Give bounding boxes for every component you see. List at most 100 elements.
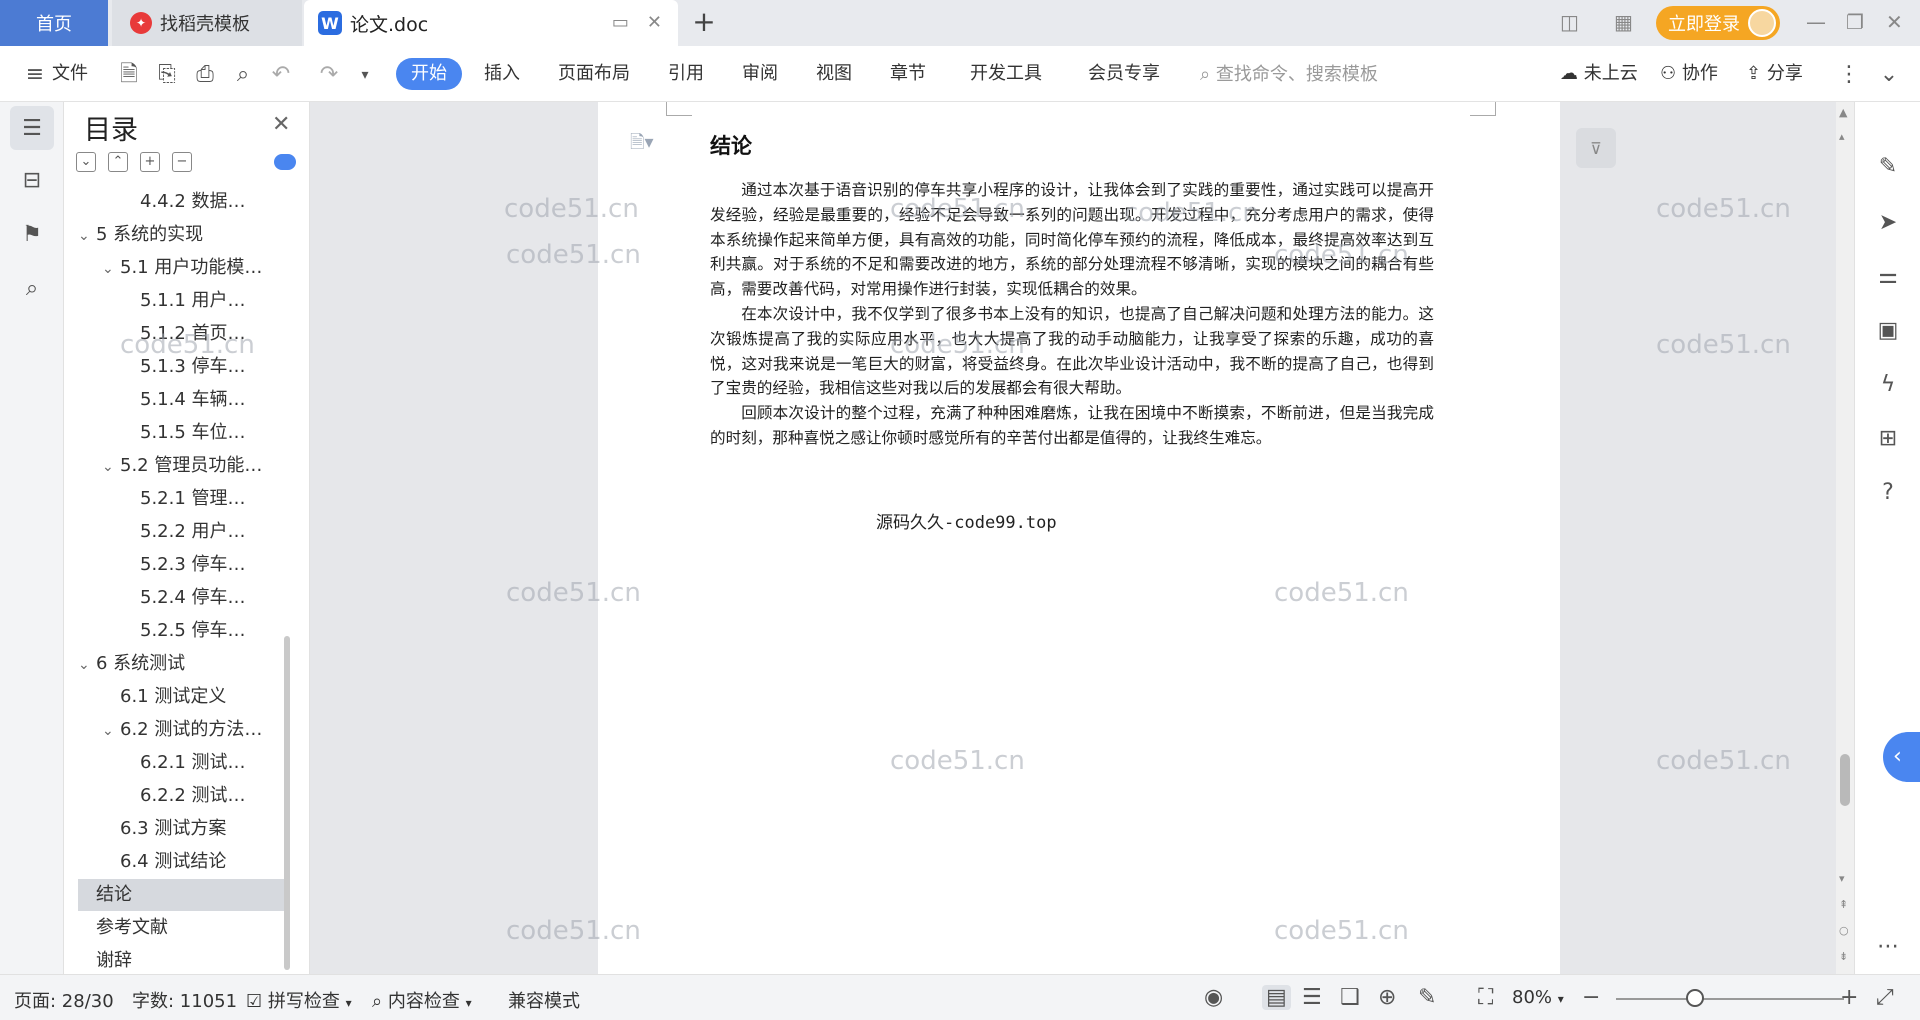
- toc-panel-icon[interactable]: ☰: [10, 106, 54, 150]
- zoom-slider-track[interactable]: [1616, 998, 1844, 1000]
- tab-insert[interactable]: 插入: [484, 60, 520, 88]
- toc-item[interactable]: 6.1 测试定义: [78, 681, 288, 713]
- fullscreen-icon[interactable]: ⤢: [1876, 985, 1894, 1010]
- toc-item[interactable]: 参考文献: [78, 912, 288, 944]
- redo-icon[interactable]: ↷: [316, 62, 342, 88]
- reading-view-icon[interactable]: ❑: [1340, 985, 1360, 1010]
- filter-icon[interactable]: ⊽: [1576, 128, 1616, 168]
- pen-edit-icon[interactable]: ✎: [1873, 152, 1903, 182]
- undo-icon[interactable]: ↶: [268, 62, 294, 88]
- zoom-out-icon[interactable]: −: [1582, 985, 1600, 1010]
- book-search-icon[interactable]: ⊞: [1873, 424, 1903, 454]
- toc-item[interactable]: 5.2.4 停车…: [78, 582, 288, 614]
- cloud-status-button[interactable]: ☁ 未上云: [1560, 60, 1638, 88]
- collaborate-button[interactable]: ⚇ 协作: [1660, 60, 1718, 88]
- command-search[interactable]: ⌕ 查找命令、搜索模板: [1200, 60, 1378, 86]
- paragraph-options-icon[interactable]: 🗎▾: [630, 130, 654, 160]
- scroll-top-icon[interactable]: ▲: [1839, 106, 1847, 119]
- vertical-scrollbar[interactable]: ▲ ▴ ▾ ⇞ ○ ⇟: [1836, 102, 1854, 974]
- print-icon[interactable]: ⎙: [192, 62, 218, 88]
- menu-icon[interactable]: ≡: [22, 62, 48, 88]
- toc-item[interactable]: 5.2.3 停车…: [78, 549, 288, 581]
- chapter-nav-icon[interactable]: ⊟: [10, 158, 54, 202]
- zoom-level-dropdown[interactable]: 80% ▾: [1512, 987, 1564, 1008]
- file-menu[interactable]: 文件: [52, 60, 88, 88]
- collapse-ribbon-icon[interactable]: ⌄: [1876, 62, 1902, 88]
- more-options-icon[interactable]: ⋮: [1836, 62, 1862, 88]
- expand-sidebar-icon[interactable]: ‹: [1883, 732, 1920, 782]
- toc-item[interactable]: 5.1.5 车位…: [78, 417, 288, 449]
- zoom-in-icon[interactable]: +: [1840, 985, 1858, 1010]
- toc-item[interactable]: 5.2.2 用户…: [78, 516, 288, 548]
- toc-item[interactable]: ⌄ 5.1 用户功能模…: [78, 252, 288, 284]
- outline-view-icon[interactable]: ☰: [1302, 985, 1322, 1010]
- tab-member[interactable]: 会员专享: [1088, 60, 1160, 88]
- tab-devtools[interactable]: 开发工具: [970, 60, 1042, 88]
- add-tab-button[interactable]: +: [688, 8, 720, 38]
- restore-icon[interactable]: ❐: [1846, 10, 1864, 34]
- minimize-icon[interactable]: —: [1806, 10, 1826, 34]
- chevron-down-icon[interactable]: ⌄: [78, 649, 96, 680]
- toc-item[interactable]: 6.2.1 测试…: [78, 747, 288, 779]
- close-window-icon[interactable]: ✕: [1886, 10, 1903, 34]
- page-counter[interactable]: 页面: 28/30: [14, 987, 114, 1013]
- close-tab-icon[interactable]: ✕: [647, 12, 662, 33]
- document-page[interactable]: 🗎▾ 结论 通过本次基于语音识别的停车共享小程序的设计，让我体会到了实践的重要性…: [598, 102, 1560, 974]
- toc-item[interactable]: 4.4.2 数据…: [78, 186, 288, 218]
- grid-apps-icon[interactable]: ▦: [1614, 10, 1633, 34]
- tab-chapter[interactable]: 章节: [890, 60, 926, 88]
- toc-item[interactable]: 结论: [78, 879, 288, 911]
- page-view-icon[interactable]: ▤: [1262, 985, 1291, 1010]
- content-check-button[interactable]: ⌕ 内容检查 ▾: [372, 987, 472, 1013]
- tab-reference[interactable]: 引用: [668, 60, 704, 88]
- tab-start[interactable]: 开始: [396, 58, 462, 90]
- chevron-down-icon[interactable]: ⌄: [102, 715, 120, 746]
- toc-scrollbar[interactable]: [284, 636, 290, 970]
- eye-protection-icon[interactable]: ◉: [1204, 985, 1223, 1010]
- toc-item[interactable]: ⌄ 5 系统的实现: [78, 219, 288, 251]
- toc-item[interactable]: 5.2.1 管理…: [78, 483, 288, 515]
- help-icon[interactable]: ?: [1873, 478, 1903, 508]
- photo-edit-icon[interactable]: ▣: [1873, 316, 1903, 346]
- scrollbar-thumb[interactable]: [1840, 754, 1850, 806]
- expand-all-icon[interactable]: ⌄: [76, 152, 96, 172]
- bookmark-icon[interactable]: ⚑: [10, 212, 54, 256]
- collapse-all-icon[interactable]: ⌃: [108, 152, 128, 172]
- scroll-down-icon[interactable]: ▾: [1839, 872, 1845, 885]
- scroll-up-icon[interactable]: ▴: [1839, 130, 1845, 143]
- toc-item[interactable]: 5.1.2 首页…: [78, 318, 288, 350]
- close-icon[interactable]: ✕: [272, 112, 290, 137]
- print-preview-icon[interactable]: ⌕: [230, 62, 256, 88]
- prev-page-icon[interactable]: ⇞: [1839, 898, 1848, 911]
- find-icon[interactable]: ⌕: [10, 266, 54, 310]
- chevron-down-icon[interactable]: ⌄: [102, 451, 120, 482]
- more-icon[interactable]: ⋯: [1873, 932, 1903, 962]
- customize-dropdown-icon[interactable]: ▾: [352, 62, 378, 88]
- export-pdf-icon[interactable]: ⎘: [154, 62, 180, 88]
- toc-item[interactable]: 5.2.5 停车…: [78, 615, 288, 647]
- save-icon[interactable]: 🗎: [116, 62, 142, 88]
- share-button[interactable]: ⇪ 分享: [1746, 60, 1803, 88]
- toc-item[interactable]: 5.1.3 停车…: [78, 351, 288, 383]
- toc-item[interactable]: 6.4 测试结论: [78, 846, 288, 878]
- select-cursor-icon[interactable]: ➤: [1873, 208, 1903, 238]
- chevron-down-icon[interactable]: ⌄: [78, 220, 96, 251]
- fit-page-icon[interactable]: ⛶: [1478, 985, 1493, 1010]
- toc-item[interactable]: 5.1.1 用户…: [78, 285, 288, 317]
- chevron-down-icon[interactable]: ⌄: [102, 253, 120, 284]
- toc-item[interactable]: 6.2.2 测试…: [78, 780, 288, 812]
- tab-view[interactable]: 视图: [816, 60, 852, 88]
- pen-mode-icon[interactable]: ✎: [1418, 985, 1436, 1010]
- tab-document[interactable]: W 论文.doc ▭ ✕: [304, 0, 678, 46]
- lightning-icon[interactable]: ϟ: [1873, 370, 1903, 400]
- next-page-icon[interactable]: ⇟: [1839, 950, 1848, 963]
- tab-daoke-templates[interactable]: ✦ 找稻壳模板: [112, 0, 302, 46]
- toc-item[interactable]: 6.3 测试方案: [78, 813, 288, 845]
- smart-toc-toggle[interactable]: [274, 154, 296, 170]
- toc-item[interactable]: 5.1.4 车辆…: [78, 384, 288, 416]
- zoom-slider-thumb[interactable]: [1686, 989, 1704, 1007]
- select-browse-icon[interactable]: ○: [1839, 924, 1849, 937]
- adjust-sliders-icon[interactable]: ⚌: [1873, 262, 1903, 292]
- login-button[interactable]: 立即登录: [1656, 6, 1780, 40]
- spell-check-button[interactable]: ☑ 拼写检查 ▾: [246, 987, 352, 1013]
